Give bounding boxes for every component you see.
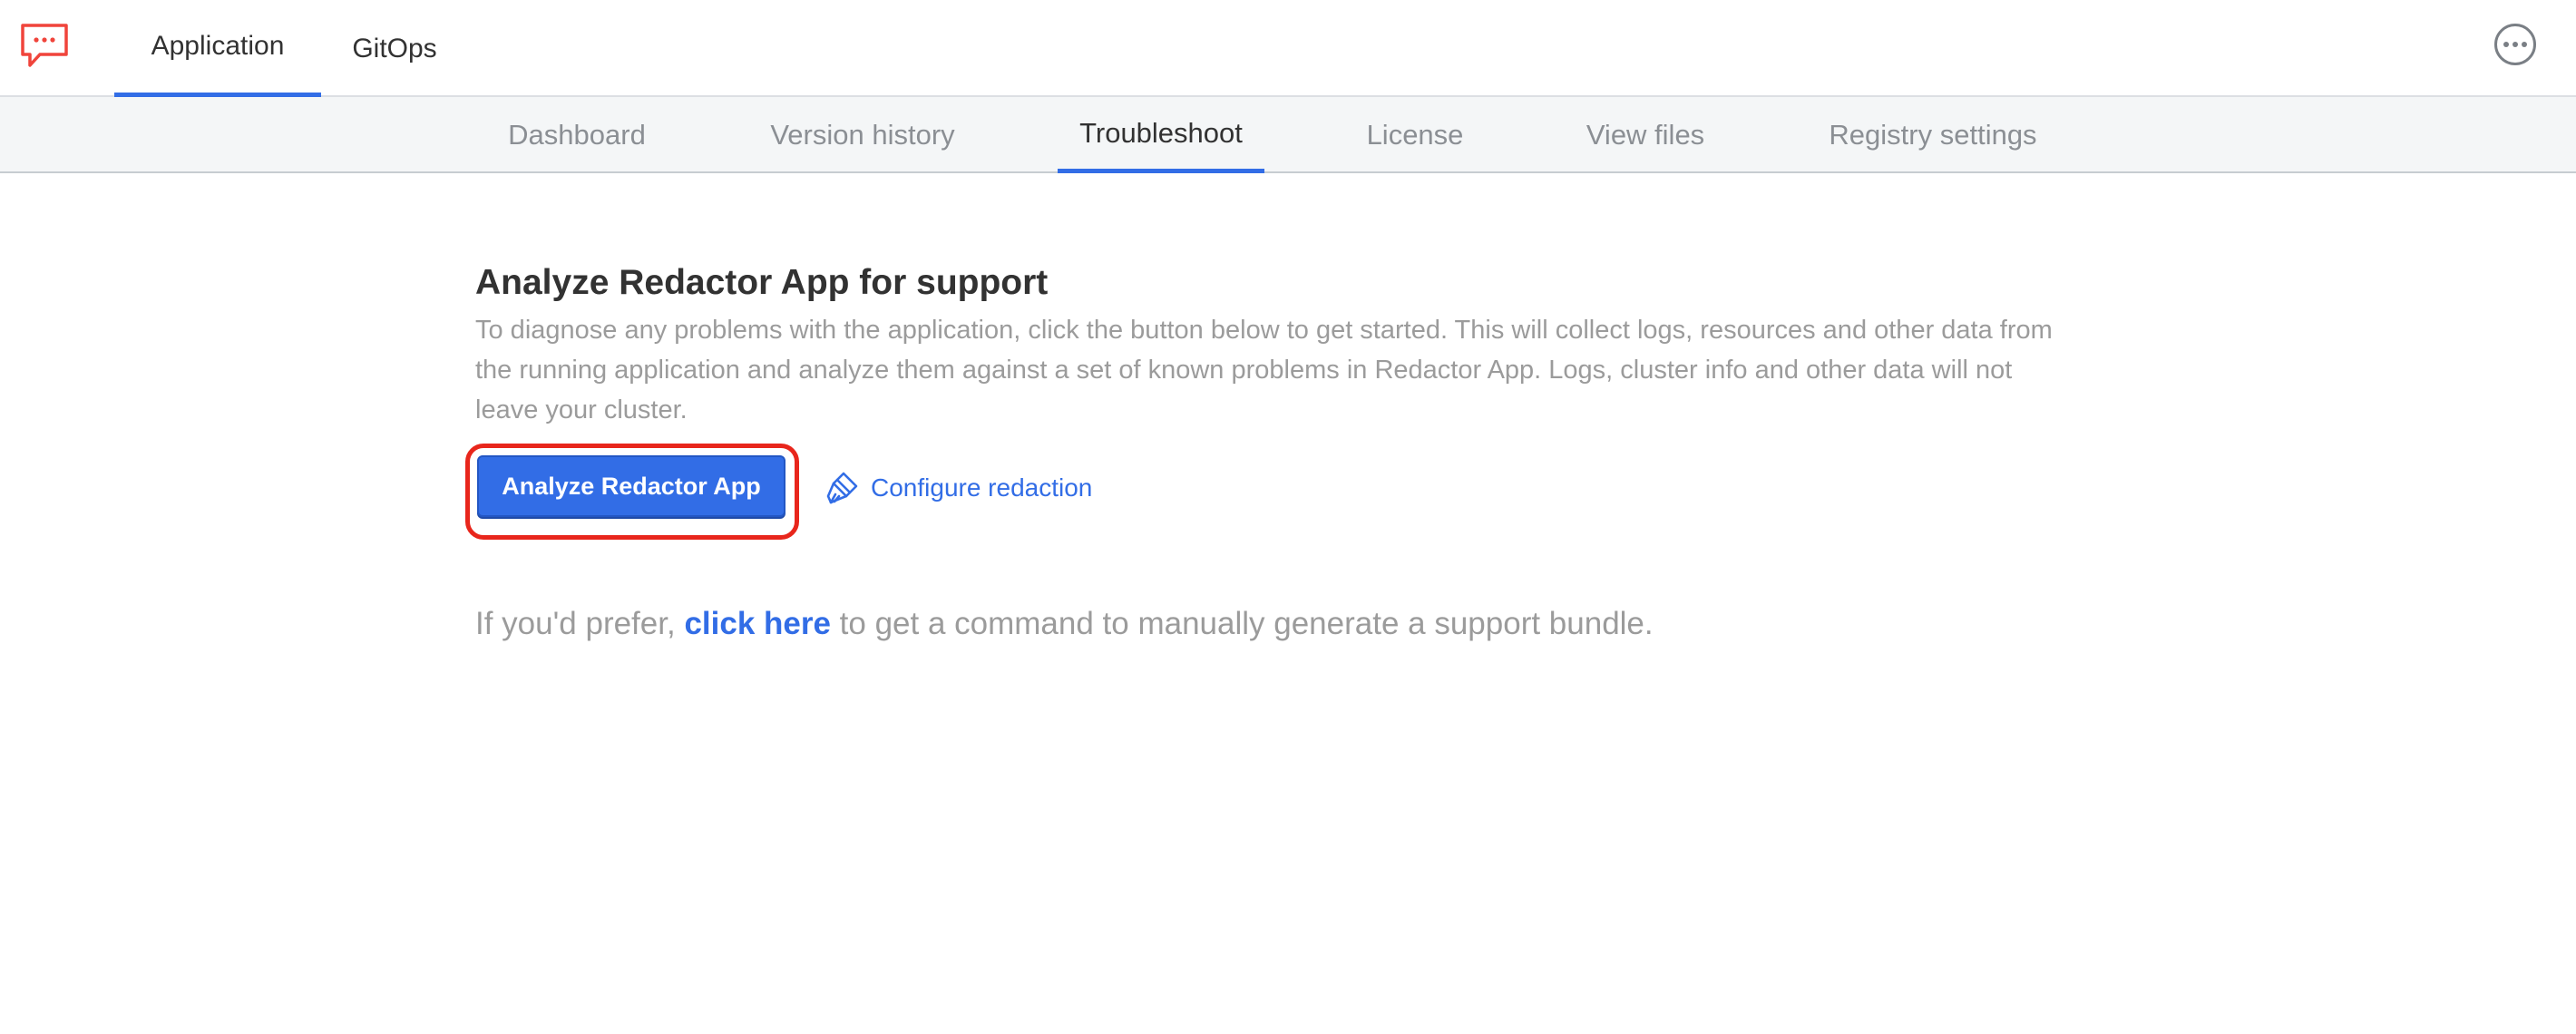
page-title: Analyze Redactor App for support [475, 263, 1049, 302]
configure-redaction-label: Configure redaction [871, 473, 1093, 502]
tab-application-label: Application [151, 31, 285, 61]
tab-registry-settings[interactable]: Registry settings [1809, 97, 2057, 173]
paintbrush-icon [826, 472, 858, 504]
chat-bubble-icon[interactable] [18, 20, 71, 73]
manual-bundle-suffix: to get a command to manually generate a … [830, 606, 1654, 641]
tab-dashboard[interactable]: Dashboard [484, 97, 669, 173]
tab-troubleshoot[interactable]: Troubleshoot [1058, 97, 1264, 173]
analyze-button[interactable]: Analyze Redactor App [477, 455, 785, 517]
manual-bundle-prefix: If you'd prefer, [475, 606, 685, 641]
configure-redaction-link[interactable]: Configure redaction [824, 466, 1092, 510]
more-horizontal-icon[interactable] [2494, 24, 2536, 65]
tab-version-history[interactable]: Version history [747, 97, 978, 173]
tab-gitops-label: GitOps [352, 33, 437, 63]
troubleshoot-panel: Analyze Redactor App for support To diag… [465, 256, 2072, 641]
action-row: Analyze Redactor App Configure redaction [465, 444, 1292, 540]
tab-application[interactable]: Application [114, 0, 321, 97]
manual-bundle-text: If you'd prefer, click here to get a com… [475, 606, 1654, 642]
top-navbar: Application GitOps [0, 0, 2576, 97]
sub-navbar: Dashboard Version history Troubleshoot L… [0, 97, 2576, 173]
click-here-link[interactable]: click here [684, 606, 831, 641]
tab-view-files[interactable]: View files [1573, 97, 1718, 173]
page-description: To diagnose any problems with the applic… [475, 316, 2053, 424]
tab-license[interactable]: License [1351, 97, 1478, 173]
tab-gitops[interactable]: GitOps [336, 0, 454, 97]
